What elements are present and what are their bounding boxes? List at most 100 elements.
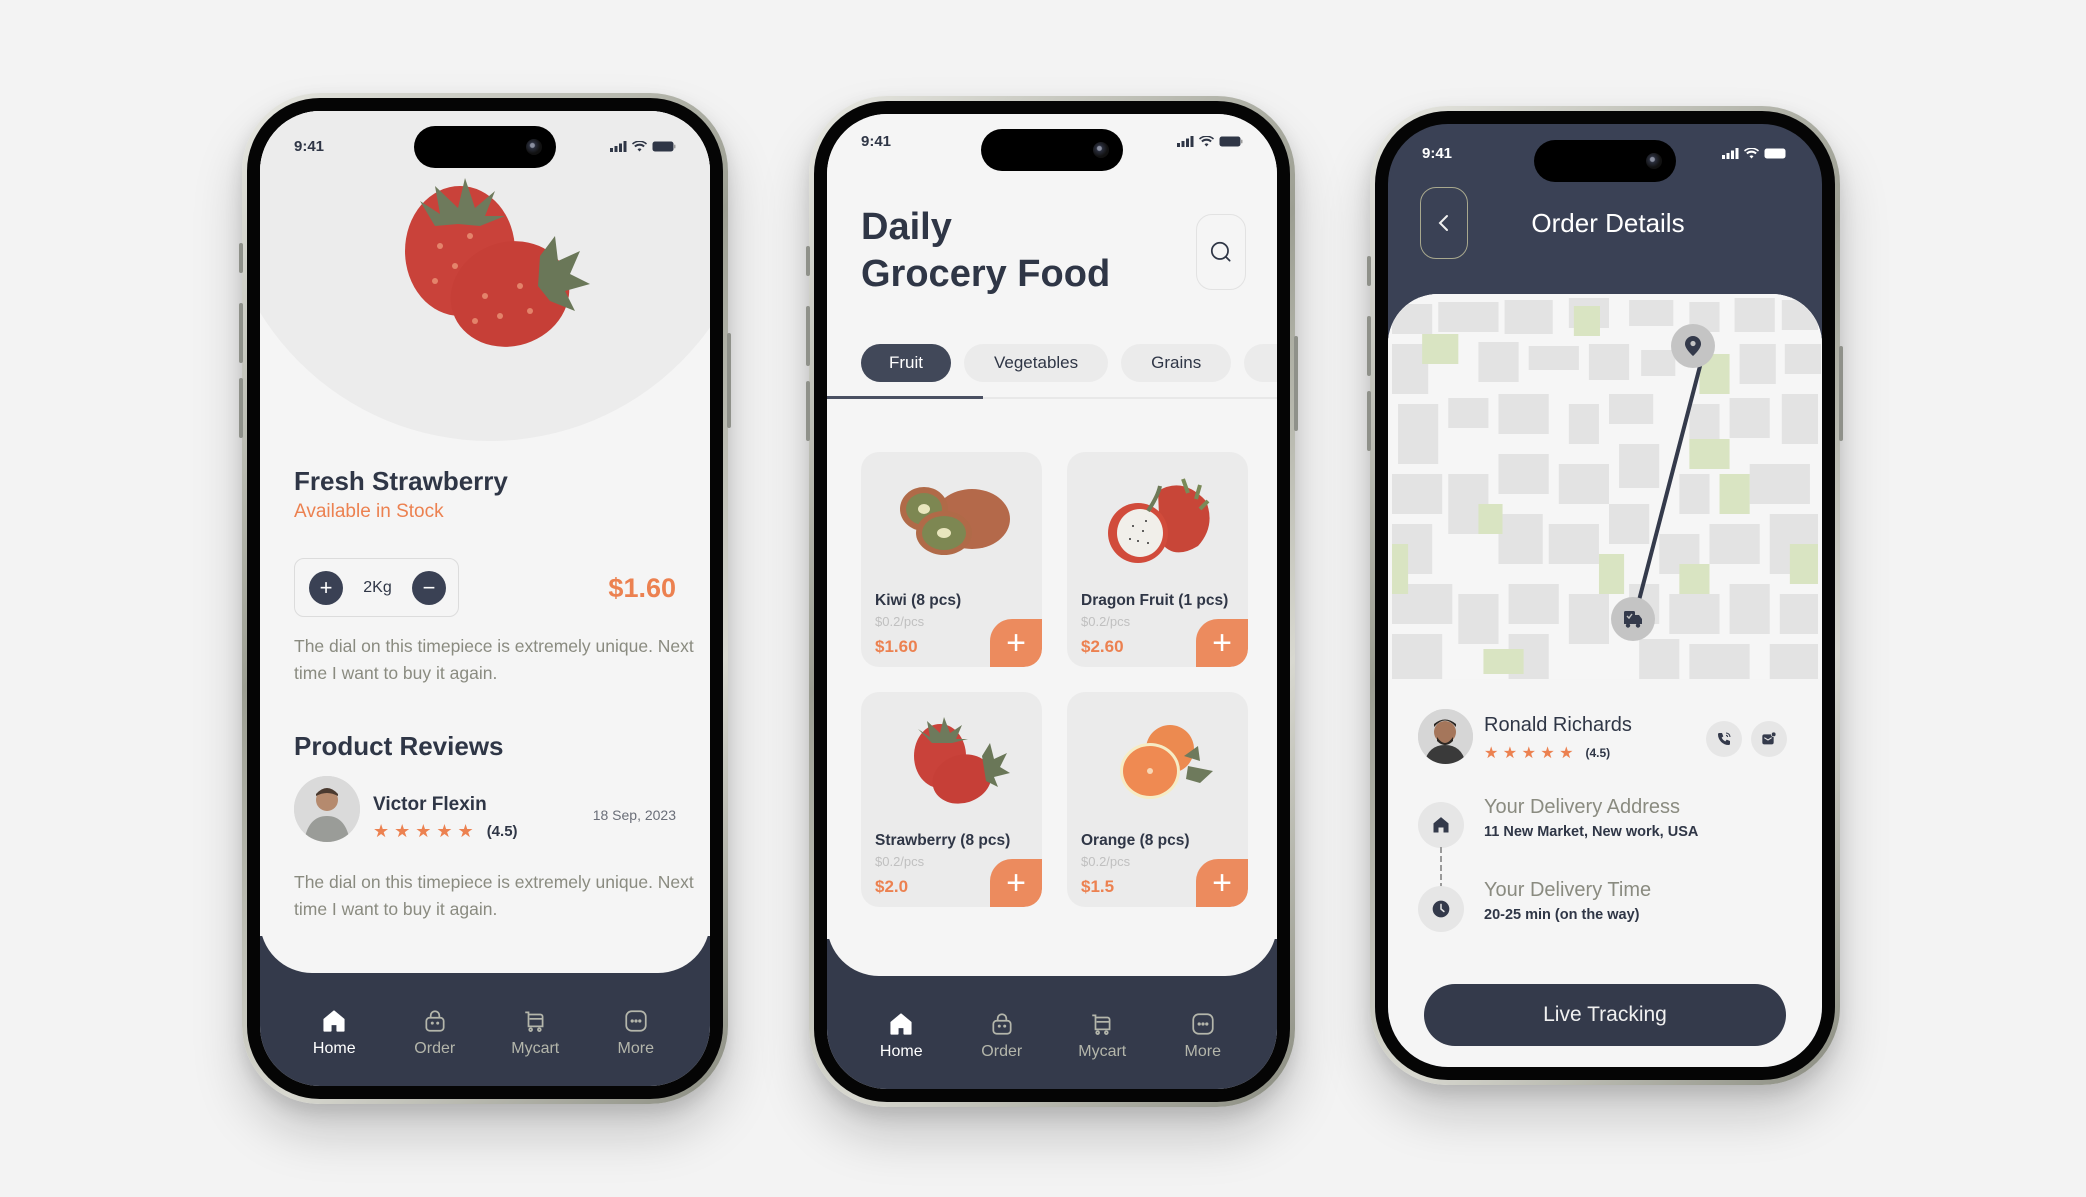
dynamic-island <box>414 126 556 168</box>
tab-more-categories[interactable] <box>1244 344 1277 382</box>
order-body: Ronald Richards ★ ★ ★ ★ ★ (4.5) Your Del… <box>1388 294 1822 1067</box>
dynamic-island <box>1534 140 1676 182</box>
phone-side-button <box>1367 256 1371 286</box>
quantity-stepper: + 2Kg − <box>294 558 459 617</box>
decrease-button[interactable]: − <box>412 570 446 605</box>
address-icon-circle <box>1418 802 1464 848</box>
cart-icon <box>1092 1014 1111 1035</box>
wifi-icon <box>1744 147 1759 158</box>
tab-fruit[interactable]: Fruit <box>861 344 951 382</box>
driver-avatar <box>1418 709 1473 764</box>
phone-side-button <box>727 333 731 428</box>
content-sheet: 9:41 Daily Grocery Food Fruit Vegetables… <box>827 114 1277 976</box>
nav-more[interactable]: More <box>596 1008 676 1058</box>
phone-side-button <box>806 246 810 276</box>
status-time: 9:41 <box>294 137 325 155</box>
delivery-time-value: 20-25 min (on the way) <box>1484 907 1640 923</box>
nav-mycart[interactable]: Mycart <box>1062 1011 1142 1061</box>
product-card[interactable]: Dragon Fruit (1 pcs) $0.2/pcs $2.60 + <box>1067 452 1248 667</box>
search-icon <box>1210 241 1231 262</box>
call-driver-button[interactable] <box>1706 721 1742 757</box>
add-to-cart-button[interactable]: + <box>1196 619 1248 667</box>
product-unit-price: $0.2/pcs <box>1081 614 1131 629</box>
courier-marker[interactable] <box>1611 597 1655 641</box>
nav-label: Mycart <box>511 1040 560 1057</box>
cart-icon <box>525 1011 544 1032</box>
screen: 9:41 Fresh Strawberry Available in Stock… <box>260 111 710 1086</box>
person-icon <box>1418 709 1473 764</box>
search-button[interactable] <box>1196 214 1246 290</box>
category-tabs: Fruit Vegetables Grains <box>861 344 1277 382</box>
nav-order[interactable]: Order <box>962 1011 1042 1061</box>
signal-icon <box>1722 147 1739 159</box>
add-to-cart-button[interactable]: + <box>1196 859 1248 907</box>
nav-home[interactable]: Home <box>861 1011 941 1061</box>
phone-side-button <box>239 303 243 363</box>
nav-label: Home <box>879 1043 923 1060</box>
timeline-connector <box>1440 847 1442 889</box>
tab-vegetables[interactable]: Vegetables <box>964 344 1109 382</box>
star-icons: ★ ★ ★ ★ ★ <box>373 821 474 841</box>
nav-home[interactable]: Home <box>294 1008 374 1058</box>
tab-active-indicator <box>827 396 983 399</box>
product-name: Dragon Fruit (1 pcs) <box>1081 592 1229 609</box>
phone-side-button <box>239 243 243 273</box>
home-icon <box>1433 817 1449 833</box>
driver-rating: ★ ★ ★ ★ ★ (4.5) <box>1484 743 1610 763</box>
live-tracking-button[interactable]: Live Tracking <box>1424 984 1786 1046</box>
screen: 9:41 Order Details Ronald Richards ★ ★ ★… <box>1388 124 1822 1067</box>
location-pin-icon <box>1685 336 1701 356</box>
star-icons: ★ ★ ★ ★ ★ <box>1484 745 1574 762</box>
product-card[interactable]: Orange (8 pcs) $0.2/pcs $1.5 + <box>1067 692 1248 907</box>
map-streets <box>1388 294 1822 679</box>
kiwi-image <box>899 487 1010 555</box>
nav-more[interactable]: More <box>1163 1011 1243 1061</box>
increase-button[interactable]: + <box>309 570 343 605</box>
bottom-nav: Home Order Mycart More <box>827 1011 1277 1061</box>
nav-mycart[interactable]: Mycart <box>495 1008 575 1058</box>
orange-image <box>1119 725 1213 799</box>
phone-side-button <box>1367 391 1371 451</box>
phone-side-button <box>1367 316 1371 376</box>
bag-icon <box>992 1013 1012 1035</box>
product-unit-price: $0.2/pcs <box>875 854 925 869</box>
product-name: Kiwi (8 pcs) <box>875 592 962 609</box>
rating-value: (4.5) <box>486 823 518 840</box>
destination-marker[interactable] <box>1671 324 1715 368</box>
phone-side-button <box>239 378 243 438</box>
strawberry-image <box>913 717 1010 804</box>
product-grid: Kiwi (8 pcs) $0.2/pcs $1.60 + Dragon Fru… <box>861 452 1248 907</box>
nav-label: More <box>1184 1043 1221 1060</box>
battery-icon <box>1219 136 1243 146</box>
review-date: 18 Sep, 2023 <box>592 807 676 823</box>
message-icon <box>1762 731 1777 745</box>
product-price: $2.0 <box>875 877 909 896</box>
add-to-cart-button[interactable]: + <box>990 859 1042 907</box>
product-price: $1.5 <box>1081 877 1115 896</box>
home-icon <box>323 1010 345 1032</box>
message-driver-button[interactable] <box>1751 721 1787 757</box>
review-rating: ★ ★ ★ ★ ★ (4.5) <box>373 821 518 842</box>
title-line-1: Daily <box>861 206 952 248</box>
page-title: Order Details <box>1531 208 1685 238</box>
time-icon-circle <box>1418 886 1464 932</box>
product-unit-price: $0.2/pcs <box>1081 854 1131 869</box>
wifi-icon <box>1199 135 1214 146</box>
more-icon <box>1192 1013 1214 1035</box>
product-name: Strawberry (8 pcs) <box>875 832 1011 849</box>
bag-icon <box>425 1010 445 1032</box>
home-icon <box>890 1013 912 1035</box>
delivery-truck-icon <box>1624 611 1642 628</box>
signal-icon <box>610 140 627 152</box>
nav-order[interactable]: Order <box>395 1008 475 1058</box>
title-line-2: Grocery Food <box>861 253 1111 295</box>
delivery-map[interactable] <box>1388 294 1822 679</box>
content-sheet: 9:41 Fresh Strawberry Available in Stock… <box>260 111 710 973</box>
product-card[interactable]: Strawberry (8 pcs) $0.2/pcs $2.0 + <box>861 692 1042 907</box>
product-title: Fresh Strawberry <box>294 466 508 496</box>
tab-grains[interactable]: Grains <box>1121 344 1232 382</box>
product-card[interactable]: Kiwi (8 pcs) $0.2/pcs $1.60 + <box>861 452 1042 667</box>
person-icon <box>294 776 360 842</box>
stock-status: Available in Stock <box>294 501 444 522</box>
add-to-cart-button[interactable]: + <box>990 619 1042 667</box>
